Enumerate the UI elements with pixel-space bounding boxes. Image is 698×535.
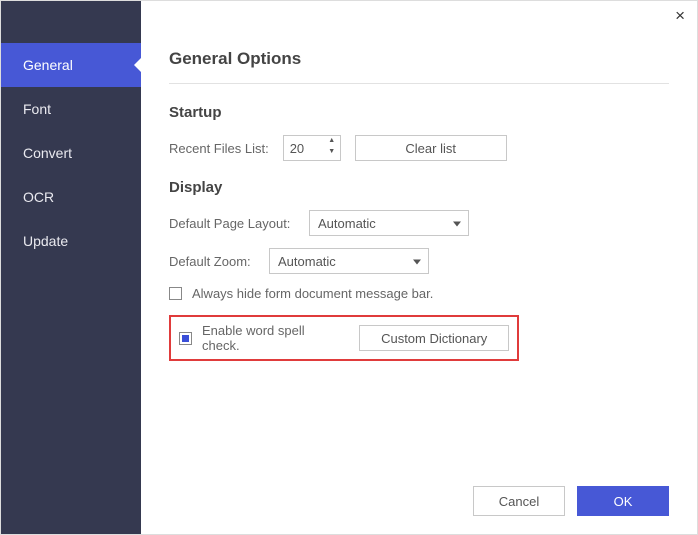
ok-button[interactable]: OK	[577, 486, 669, 516]
sidebar-item-update[interactable]: Update	[1, 219, 141, 263]
sidebar-item-label: OCR	[23, 189, 54, 205]
sidebar-item-label: Font	[23, 101, 51, 117]
spell-check-highlight: Enable word spell check. Custom Dictiona…	[169, 315, 519, 361]
spinner-up-icon[interactable]: ▲	[325, 137, 339, 148]
hide-bar-label: Always hide form document message bar.	[192, 286, 433, 301]
spell-check-label: Enable word spell check.	[202, 323, 345, 353]
layout-select[interactable]: Automatic	[309, 210, 469, 236]
spell-check-checkbox[interactable]	[179, 332, 192, 345]
sidebar-item-label: Update	[23, 233, 68, 249]
layout-label: Default Page Layout:	[169, 216, 309, 231]
zoom-select[interactable]: Automatic	[269, 248, 429, 274]
cancel-button[interactable]: Cancel	[473, 486, 565, 516]
page-title: General Options	[169, 49, 669, 69]
close-icon[interactable]: ×	[675, 7, 685, 24]
main-panel: General Options Startup Recent Files Lis…	[141, 1, 697, 534]
recent-files-input-wrap: ▲ ▼	[283, 135, 341, 161]
sidebar-item-font[interactable]: Font	[1, 87, 141, 131]
section-display: Display	[169, 179, 669, 196]
section-startup: Startup	[169, 104, 669, 121]
dialog-footer: Cancel OK	[169, 476, 669, 516]
sidebar-item-convert[interactable]: Convert	[1, 131, 141, 175]
custom-dictionary-button[interactable]: Custom Dictionary	[359, 325, 509, 351]
divider	[169, 83, 669, 84]
sidebar-item-label: General	[23, 57, 73, 73]
zoom-select-value: Automatic	[278, 254, 336, 269]
options-dialog: × General Font Convert OCR Update Genera…	[0, 0, 698, 535]
spinner-down-icon[interactable]: ▼	[325, 148, 339, 159]
clear-list-button[interactable]: Clear list	[355, 135, 507, 161]
layout-select-value: Automatic	[318, 216, 376, 231]
recent-files-label: Recent Files List:	[169, 141, 269, 156]
hide-bar-checkbox[interactable]	[169, 287, 182, 300]
sidebar-item-ocr[interactable]: OCR	[1, 175, 141, 219]
zoom-label: Default Zoom:	[169, 254, 269, 269]
sidebar: General Font Convert OCR Update	[1, 1, 141, 534]
sidebar-item-general[interactable]: General	[1, 43, 141, 87]
sidebar-item-label: Convert	[23, 145, 72, 161]
